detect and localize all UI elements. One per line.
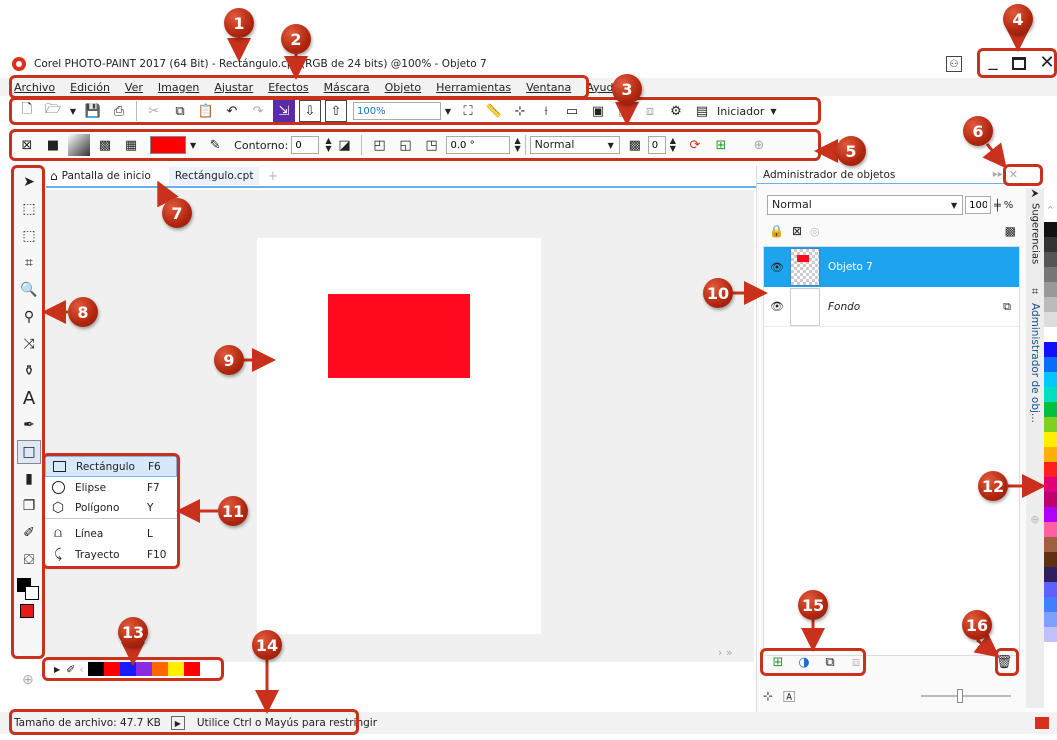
callout-2: 2 xyxy=(281,24,311,54)
callout-16: 16 xyxy=(962,610,992,640)
callout-7: 7 xyxy=(162,198,192,228)
callout-3: 3 xyxy=(612,74,642,104)
callout-12: 12 xyxy=(978,471,1008,501)
callout-5: 5 xyxy=(836,136,866,166)
callout-11: 11 xyxy=(218,496,248,526)
callout-14: 14 xyxy=(252,630,282,660)
callout-4: 4 xyxy=(1003,4,1033,34)
callout-15: 15 xyxy=(798,590,828,620)
callout-arrows xyxy=(42,28,1046,714)
callout-6: 6 xyxy=(963,116,993,146)
callout-1: 1 xyxy=(224,8,254,38)
callout-8: 8 xyxy=(68,297,98,327)
callout-13: 13 xyxy=(118,617,148,647)
callout-10: 10 xyxy=(703,278,733,308)
callout-9: 9 xyxy=(214,345,244,375)
